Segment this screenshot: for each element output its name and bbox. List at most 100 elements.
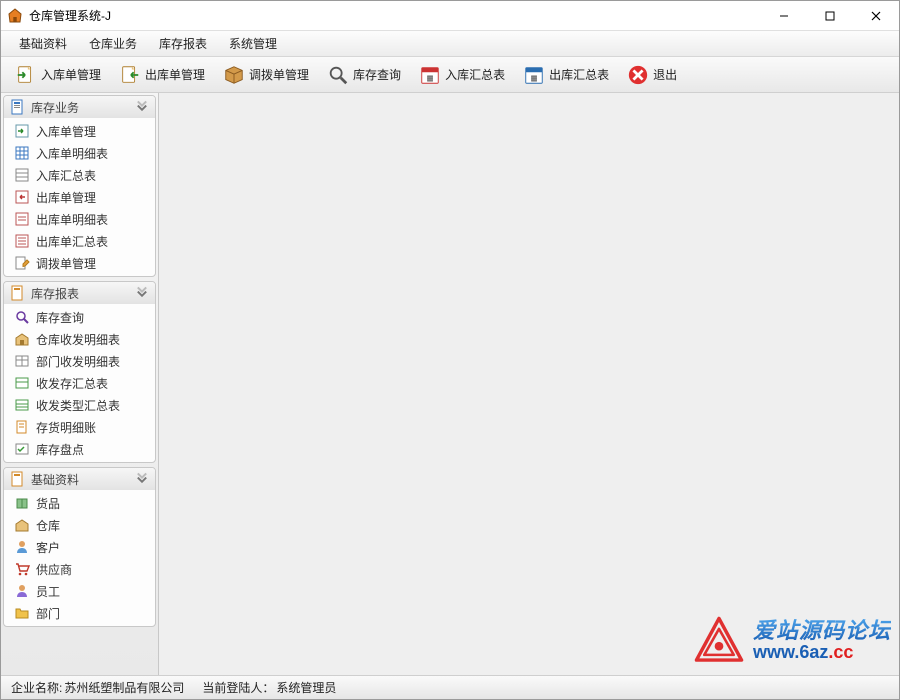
warehouse-sm-icon (14, 517, 30, 533)
status-user: 当前登陆人： 系统管理员 (202, 679, 336, 696)
panel-stock-report-header[interactable]: 库存报表 (4, 282, 155, 304)
panel-stock-ops-body: 入库单管理 入库单明细表 入库汇总表 出库单管理 出库单明细表 出库单汇总表 调… (4, 118, 155, 276)
nav-stock-take[interactable]: 库存盘点 (4, 438, 155, 460)
menu-warehouse-ops[interactable]: 仓库业务 (79, 31, 147, 56)
toolbar-stock-query-label: 库存查询 (353, 66, 401, 83)
nav-goods[interactable]: 货品 (4, 492, 155, 514)
nav-inbound-mgmt[interactable]: 入库单管理 (4, 120, 155, 142)
form-out-icon (14, 189, 30, 205)
status-company-label: 企业名称: (11, 679, 62, 696)
watermark-url: www.6az.cc (753, 643, 891, 663)
grid-sm-icon (14, 353, 30, 369)
nav-supplier[interactable]: 供应商 (4, 558, 155, 580)
status-company-value: 苏州纸塑制品有限公司 (64, 679, 184, 696)
box-icon (223, 64, 245, 86)
doc-orange-icon (10, 285, 26, 301)
folder-sm-icon (14, 605, 30, 621)
chevron-up-icon (135, 100, 149, 114)
grid-sm-icon (14, 375, 30, 391)
toolbar-inbound-summary[interactable]: ▦ 入库汇总表 (411, 61, 513, 89)
form-out-icon (14, 233, 30, 249)
status-user-label: 当前登陆人： (202, 679, 274, 696)
nav-warehouse-io-detail[interactable]: 仓库收发明细表 (4, 328, 155, 350)
panel-stock-report-title: 库存报表 (31, 285, 130, 302)
nav-transfer-mgmt[interactable]: 调拨单管理 (4, 252, 155, 274)
nav-customer[interactable]: 客户 (4, 536, 155, 558)
status-company: 企业名称: 苏州纸塑制品有限公司 (11, 679, 184, 696)
toolbar-outbound[interactable]: 出库单管理 (111, 61, 213, 89)
toolbar-inbound[interactable]: 入库单管理 (7, 61, 109, 89)
doc-arrow-out-icon (119, 64, 141, 86)
nav-dept-io-detail[interactable]: 部门收发明细表 (4, 350, 155, 372)
nav-outbound-detail[interactable]: 出库单明细表 (4, 208, 155, 230)
panel-stock-report-body: 库存查询 仓库收发明细表 部门收发明细表 收发存汇总表 收发类型汇总表 存货明细… (4, 304, 155, 462)
toolbar-inbound-summary-label: 入库汇总表 (445, 66, 505, 83)
nav-outbound-mgmt[interactable]: 出库单管理 (4, 186, 155, 208)
watermark: 爱站源码论坛 www.6az.cc (693, 615, 891, 667)
panel-stock-ops-header[interactable]: 库存业务 (4, 96, 155, 118)
calendar-in-icon: ▦ (419, 64, 441, 86)
grid-sm-icon (14, 441, 30, 457)
grid-blue-icon (14, 145, 30, 161)
nav-inbound-summary[interactable]: 入库汇总表 (4, 164, 155, 186)
nav-io-type-summary[interactable]: 收发类型汇总表 (4, 394, 155, 416)
panel-basic-data: 基础资料 货品 仓库 客户 供应商 员工 部门 (3, 467, 156, 627)
magnifier-sm-icon (14, 309, 30, 325)
body: 库存业务 入库单管理 入库单明细表 入库汇总表 出库单管理 出库单明细表 出库单… (1, 93, 899, 675)
panel-stock-ops-title: 库存业务 (31, 99, 130, 116)
doc-blue-icon (10, 99, 26, 115)
menu-basic-data[interactable]: 基础资料 (9, 31, 77, 56)
panel-basic-data-title: 基础资料 (31, 471, 130, 488)
toolbar-stock-query[interactable]: 库存查询 (319, 61, 409, 89)
toolbar-transfer-label: 调拨单管理 (249, 66, 309, 83)
titlebar-left: 仓库管理系统-J (7, 7, 111, 24)
box-sm-icon (14, 495, 30, 511)
chevron-up-icon (135, 472, 149, 486)
svg-text:▦: ▦ (427, 73, 434, 82)
warehouse-icon (14, 331, 30, 347)
minimize-button[interactable] (761, 1, 807, 31)
toolbar-inbound-label: 入库单管理 (41, 66, 101, 83)
close-button[interactable] (853, 1, 899, 31)
form-in-icon (14, 123, 30, 139)
toolbar-exit-label: 退出 (653, 66, 677, 83)
nav-department[interactable]: 部门 (4, 602, 155, 624)
nav-warehouse[interactable]: 仓库 (4, 514, 155, 536)
watermark-title: 爱站源码论坛 (753, 619, 891, 643)
content-area: 爱站源码论坛 www.6az.cc (159, 93, 899, 675)
grid-icon (14, 167, 30, 183)
panel-stock-report: 库存报表 库存查询 仓库收发明细表 部门收发明细表 收发存汇总表 收发类型汇总表… (3, 281, 156, 463)
nav-inbound-detail[interactable]: 入库单明细表 (4, 142, 155, 164)
calendar-out-icon: ▦ (523, 64, 545, 86)
toolbar-outbound-summary-label: 出库汇总表 (549, 66, 609, 83)
cart-sm-icon (14, 561, 30, 577)
grid-sm-icon (14, 397, 30, 413)
toolbar-outbound-summary[interactable]: ▦ 出库汇总表 (515, 61, 617, 89)
user-sm-icon (14, 539, 30, 555)
app-icon (7, 8, 23, 24)
nav-outbound-summary[interactable]: 出库单汇总表 (4, 230, 155, 252)
form-out-icon (14, 211, 30, 227)
app-window: 仓库管理系统-J 基础资料 仓库业务 库存报表 系统管理 入库单管理 出库单管理… (0, 0, 900, 700)
nav-io-stock-summary[interactable]: 收发存汇总表 (4, 372, 155, 394)
toolbar-transfer[interactable]: 调拨单管理 (215, 61, 317, 89)
toolbar-exit[interactable]: 退出 (619, 61, 685, 89)
maximize-button[interactable] (807, 1, 853, 31)
doc-sm-icon (14, 419, 30, 435)
nav-stock-query[interactable]: 库存查询 (4, 306, 155, 328)
toolbar: 入库单管理 出库单管理 调拨单管理 库存查询 ▦ 入库汇总表 ▦ 出库汇总表 退… (1, 57, 899, 93)
menu-inventory-report[interactable]: 库存报表 (149, 31, 217, 56)
panel-basic-data-header[interactable]: 基础资料 (4, 468, 155, 490)
titlebar: 仓库管理系统-J (1, 1, 899, 31)
toolbar-outbound-label: 出库单管理 (145, 66, 205, 83)
menubar: 基础资料 仓库业务 库存报表 系统管理 (1, 31, 899, 57)
menu-system-mgmt[interactable]: 系统管理 (219, 31, 287, 56)
user-sm-icon (14, 583, 30, 599)
doc-arrow-in-icon (15, 64, 37, 86)
doc-orange-icon (10, 471, 26, 487)
nav-employee[interactable]: 员工 (4, 580, 155, 602)
nav-inventory-ledger[interactable]: 存货明细账 (4, 416, 155, 438)
statusbar: 企业名称: 苏州纸塑制品有限公司 当前登陆人： 系统管理员 (1, 675, 899, 699)
doc-edit-icon (14, 255, 30, 271)
window-title: 仓库管理系统-J (29, 7, 111, 24)
